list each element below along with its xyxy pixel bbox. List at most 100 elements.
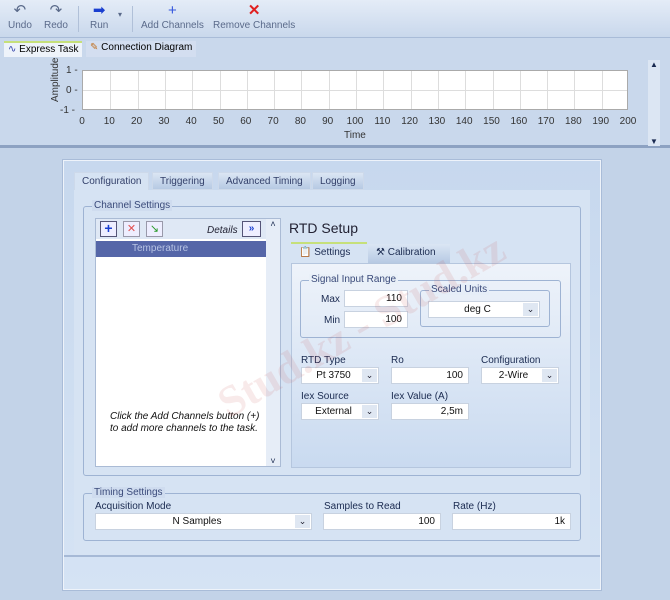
run-dropdown-icon[interactable]: ▾ (118, 10, 122, 19)
divider (64, 555, 600, 561)
redo-icon: ↷ (49, 2, 63, 19)
run-button[interactable]: ➡ Run (90, 2, 108, 31)
x-tick-label: 60 (240, 116, 252, 127)
x-tick-label: 160 (510, 116, 528, 127)
calibration-icon: ⚒ (376, 247, 388, 258)
x-tick-label: 50 (212, 116, 225, 127)
rtd-type-select[interactable]: Pt 3750 ⌄ (301, 367, 379, 384)
min-input[interactable]: 100 (344, 311, 408, 328)
iex-source-select[interactable]: External ⌄ (301, 403, 379, 420)
gridline (164, 71, 166, 109)
gridline (110, 71, 112, 109)
pen-icon: ✎ (90, 42, 102, 53)
tab-advanced-timing[interactable]: Advanced Timing (218, 172, 311, 190)
settings-icon: 📋 (299, 247, 315, 258)
view-tabs: ∿ Express Task ✎ Connection Diagram (0, 38, 670, 58)
graph-scrollbar[interactable]: ▲ ▼ (648, 60, 660, 146)
tab-triggering[interactable]: Triggering (152, 172, 213, 190)
ro-input[interactable]: 100 (391, 367, 469, 384)
gridline (437, 71, 439, 109)
scroll-up-icon[interactable]: ▲ (648, 60, 660, 69)
remove-channels-button[interactable]: ✕ Remove Channels (213, 2, 295, 31)
rtd-setup-title: RTD Setup (289, 220, 358, 236)
sort-channels-button[interactable]: ↘ (146, 221, 163, 237)
gridline (383, 71, 385, 109)
gridline (356, 71, 357, 109)
x-tick-label: 90 (322, 116, 334, 127)
samples-to-read-input[interactable]: 100 (323, 513, 441, 530)
channel-list-item[interactable]: Temperature (96, 241, 266, 257)
add-channel-button[interactable]: + (100, 221, 117, 237)
max-input[interactable]: 110 (344, 290, 408, 307)
scaled-units-select[interactable]: deg C ⌄ (428, 301, 540, 318)
scroll-up-icon[interactable]: ˄ (266, 219, 280, 229)
undo-button[interactable]: ↶ Undo (8, 2, 32, 31)
tab-express-task[interactable]: ∿ Express Task (4, 41, 83, 57)
run-arrow-icon: ➡ (92, 2, 106, 19)
x-tick-label: 40 (185, 116, 197, 127)
x-tick-label: 120 (401, 116, 418, 127)
configuration-select[interactable]: 2-Wire ⌄ (481, 367, 559, 384)
chevron-down-icon: ⌄ (523, 303, 538, 316)
y-tick-label: 0 - (66, 85, 78, 96)
tab-settings[interactable]: 📋 Settings (291, 242, 367, 263)
x-tick-label: 190 (592, 116, 610, 127)
iex-value-input[interactable]: 2,5m (391, 403, 469, 420)
x-tick-label: 170 (537, 116, 555, 127)
tab-configuration[interactable]: Configuration (74, 172, 150, 192)
chevron-down-icon: ⌄ (362, 369, 377, 382)
x-tick-label: 10 (103, 116, 115, 127)
waveform-icon: ∿ (8, 44, 20, 55)
x-tick-label: 0 (79, 116, 85, 127)
x-tick-label: 200 (619, 116, 637, 127)
separator (78, 6, 79, 32)
scroll-down-icon[interactable]: ▼ (648, 137, 660, 146)
x-tick-label: 140 (455, 116, 473, 127)
y-axis-label: Amplitude (50, 57, 61, 102)
chevron-down-icon: ⌄ (542, 369, 557, 382)
tab-logging[interactable]: Logging (312, 172, 364, 190)
x-axis-label: Time (344, 130, 366, 141)
details-expand-button[interactable]: » (242, 221, 261, 237)
gridline (601, 71, 603, 109)
gridline (519, 71, 521, 109)
gridline (492, 71, 494, 109)
gridline (137, 71, 139, 109)
x-tick-label: 130 (428, 116, 446, 127)
x-tick-label: 80 (294, 116, 306, 127)
toolbar: ↶ Undo ↷ Redo ➡ Run ▾ + Add Channels ✕ Remove… (0, 0, 670, 38)
channel-list: + ✕ ↘ Details » Temperature Click the Ad… (95, 218, 281, 467)
gridline (410, 71, 412, 109)
x-tick-label: 70 (267, 116, 279, 127)
scroll-down-icon[interactable]: ˅ (266, 456, 280, 466)
plus-icon: + (168, 2, 177, 19)
gridline (301, 71, 303, 109)
graph-panel: Amplitude 1 - 0 - -1 - 0 10 20 30 40 50 60 70 80 90… (0, 58, 670, 148)
remove-x-icon: ✕ (247, 2, 261, 19)
x-tick-label: 30 (158, 116, 170, 127)
x-tick-label: 180 (565, 116, 582, 127)
channel-list-scrollbar[interactable]: ˄ ˅ (266, 219, 280, 466)
x-tick-label: 110 (374, 116, 391, 127)
gridline (246, 71, 248, 109)
tab-connection-diagram[interactable]: ✎ Connection Diagram (86, 41, 197, 57)
separator (132, 6, 133, 32)
plot-area (82, 70, 628, 110)
channel-list-toolbar: + ✕ ↘ Details » (96, 219, 266, 239)
x-tick-label: 100 (346, 116, 364, 127)
gridline (547, 71, 549, 109)
chevron-down-icon: ⌄ (295, 515, 310, 528)
x-tick-label: 150 (483, 116, 500, 127)
redo-button[interactable]: ↷ Redo (44, 2, 68, 31)
y-tick-label: 1 - (66, 65, 78, 76)
rate-input[interactable]: 1k (452, 513, 571, 530)
gridline (274, 71, 276, 109)
tab-calibration[interactable]: ⚒ Calibration (368, 244, 450, 263)
add-channels-hint: Click the Add Channels button (+) to add… (110, 411, 260, 434)
remove-channel-button[interactable]: ✕ (123, 221, 140, 237)
chevron-down-icon: ⌄ (362, 405, 377, 418)
add-channels-button[interactable]: + Add Channels (141, 2, 204, 31)
acquisition-mode-select[interactable]: N Samples ⌄ (95, 513, 312, 530)
gridline (328, 71, 330, 109)
gridline (465, 71, 467, 109)
